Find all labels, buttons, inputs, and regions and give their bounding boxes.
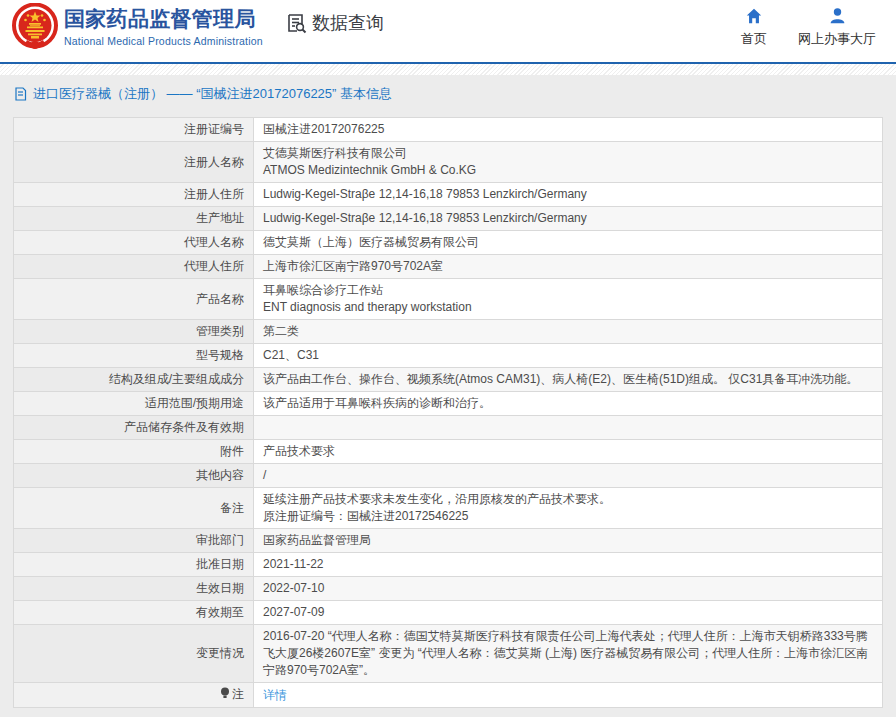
registration-info-table: 注册证编号国械注进20172076225注册人名称艾德莫斯医疗科技有限公司ATM… <box>13 117 883 708</box>
breadcrumb[interactable]: 进口医疗器械（注册） —— “国械注进20172076225” 基本信息 <box>0 75 896 102</box>
field-value-registration-number: 国械注进20172076225 <box>254 118 883 142</box>
detail-link[interactable]: 详情 <box>263 688 287 702</box>
field-value-management-category: 第二类 <box>254 320 883 344</box>
registration-table-body: 注册证编号国械注进20172076225注册人名称艾德莫斯医疗科技有限公司ATM… <box>14 118 883 708</box>
field-label-production-address: 生产地址 <box>14 207 254 231</box>
field-value-attachment: 产品技术要求 <box>254 440 883 464</box>
field-label-valid-until: 有效期至 <box>14 601 254 625</box>
field-value-intended-use: 该产品适用于耳鼻喉科疾病的诊断和治疗。 <box>254 392 883 416</box>
field-label-structure-composition: 结构及组成/主要组成成分 <box>14 368 254 392</box>
field-value-valid-until: 2027-07-09 <box>254 601 883 625</box>
data-query-icon <box>285 12 307 34</box>
field-label-registration-number: 注册证编号 <box>14 118 254 142</box>
table-row-storage-validity: 产品储存条件及有效期 <box>14 416 883 440</box>
brand-block: 国家药品监督管理局 National Medical Products Admi… <box>64 6 263 47</box>
table-row-model-spec: 型号规格C21、C31 <box>14 344 883 368</box>
site-title: 国家药品监督管理局 <box>64 6 263 32</box>
field-value-registrant-name: 艾德莫斯医疗科技有限公司ATMOS Medizintechnik GmbH & … <box>254 142 883 183</box>
bulb-note-icon <box>220 687 230 704</box>
table-row-approval-date: 批准日期2021-11-22 <box>14 553 883 577</box>
field-label-note: 注 <box>14 683 254 708</box>
table-row-agent-name: 代理人名称德艾莫斯（上海）医疗器械贸易有限公司 <box>14 231 883 255</box>
national-emblem-logo <box>10 3 60 53</box>
table-row-registrant-name: 注册人名称艾德莫斯医疗科技有限公司ATMOS Medizintechnik Gm… <box>14 142 883 183</box>
field-label-agent-name: 代理人名称 <box>14 231 254 255</box>
field-label-management-category: 管理类别 <box>14 320 254 344</box>
field-label-storage-validity: 产品储存条件及有效期 <box>14 416 254 440</box>
table-row-structure-composition: 结构及组成/主要组成成分该产品由工作台、操作台、视频系统(Atmos CAM31… <box>14 368 883 392</box>
field-label-effective-date: 生效日期 <box>14 577 254 601</box>
table-row-intended-use: 适用范围/预期用途该产品适用于耳鼻喉科疾病的诊断和治疗。 <box>14 392 883 416</box>
data-query-label: 数据查询 <box>312 11 384 35</box>
field-value-registrant-address: Ludwig-Kegel-Straβe 12,14-16,18 79853 Le… <box>254 183 883 207</box>
nav-hall-label: 网上办事大厅 <box>798 31 876 46</box>
breadcrumb-text: 进口医疗器械（注册） —— “国械注进20172076225” 基本信息 <box>33 86 392 102</box>
field-value-product-name: 耳鼻喉综合诊疗工作站ENT diagnosis and therapy work… <box>254 279 883 320</box>
field-label-product-name: 产品名称 <box>14 279 254 320</box>
nav-home-label: 首页 <box>741 31 767 46</box>
table-row-product-name: 产品名称耳鼻喉综合诊疗工作站ENT diagnosis and therapy … <box>14 279 883 320</box>
field-label-agent-address: 代理人住所 <box>14 255 254 279</box>
field-value-effective-date: 2022-07-10 <box>254 577 883 601</box>
content-area: 进口医疗器械（注册） —— “国械注进20172076225” 基本信息 注册证… <box>0 75 896 717</box>
field-label-model-spec: 型号规格 <box>14 344 254 368</box>
nav-home[interactable]: 首页 <box>733 7 775 48</box>
field-value-structure-composition: 该产品由工作台、操作台、视频系统(Atmos CAM31)、病人椅(E2)、医生… <box>254 368 883 392</box>
user-icon <box>793 7 881 25</box>
table-row-valid-until: 有效期至2027-07-09 <box>14 601 883 625</box>
data-query-section[interactable]: 数据查询 <box>285 11 384 35</box>
field-label-change-record: 变更情况 <box>14 625 254 683</box>
field-value-approval-department: 国家药品监督管理局 <box>254 529 883 553</box>
field-value-other-content: / <box>254 464 883 488</box>
field-label-approval-department: 审批部门 <box>14 529 254 553</box>
field-label-attachment: 附件 <box>14 440 254 464</box>
field-value-remarks: 延续注册产品技术要求未发生变化，沿用原核发的产品技术要求。原注册证编号：国械注进… <box>254 488 883 529</box>
field-label-approval-date: 批准日期 <box>14 553 254 577</box>
field-value-approval-date: 2021-11-22 <box>254 553 883 577</box>
field-value-production-address: Ludwig-Kegel-Straβe 12,14-16,18 79853 Le… <box>254 207 883 231</box>
table-row-approval-department: 审批部门国家药品监督管理局 <box>14 529 883 553</box>
table-row-effective-date: 生效日期2022-07-10 <box>14 577 883 601</box>
nav-online-hall[interactable]: 网上办事大厅 <box>793 7 881 48</box>
table-row-registration-number: 注册证编号国械注进20172076225 <box>14 118 883 142</box>
field-value-note: 详情 <box>254 683 883 708</box>
field-value-storage-validity <box>254 416 883 440</box>
table-row-registrant-address: 注册人住所Ludwig-Kegel-Straβe 12,14-16,18 798… <box>14 183 883 207</box>
site-subtitle: National Medical Products Administration <box>64 35 263 47</box>
field-value-agent-address: 上海市徐汇区南宁路970号702A室 <box>254 255 883 279</box>
home-icon <box>733 7 775 25</box>
field-label-registrant-name: 注册人名称 <box>14 142 254 183</box>
field-label-intended-use: 适用范围/预期用途 <box>14 392 254 416</box>
table-row-change-record: 变更情况2016-07-20 “代理人名称：德国艾特莫斯医疗科技有限责任公司上海… <box>14 625 883 683</box>
field-label-other-content: 其他内容 <box>14 464 254 488</box>
table-row-agent-address: 代理人住所上海市徐汇区南宁路970号702A室 <box>14 255 883 279</box>
table-row-remarks: 备注延续注册产品技术要求未发生变化，沿用原核发的产品技术要求。原注册证编号：国械… <box>14 488 883 529</box>
table-row-other-content: 其他内容/ <box>14 464 883 488</box>
site-header: 国家药品监督管理局 National Medical Products Admi… <box>0 0 896 62</box>
hatch-band <box>0 64 896 75</box>
table-row-management-category: 管理类别第二类 <box>14 320 883 344</box>
document-icon <box>14 87 27 101</box>
field-value-change-record: 2016-07-20 “代理人名称：德国艾特莫斯医疗科技有限责任公司上海代表处；… <box>254 625 883 683</box>
field-value-agent-name: 德艾莫斯（上海）医疗器械贸易有限公司 <box>254 231 883 255</box>
field-label-remarks: 备注 <box>14 488 254 529</box>
field-value-model-spec: C21、C31 <box>254 344 883 368</box>
table-row-attachment: 附件产品技术要求 <box>14 440 883 464</box>
field-label-registrant-address: 注册人住所 <box>14 183 254 207</box>
table-row-production-address: 生产地址Ludwig-Kegel-Straβe 12,14-16,18 7985… <box>14 207 883 231</box>
table-row-note: 注详情 <box>14 683 883 708</box>
